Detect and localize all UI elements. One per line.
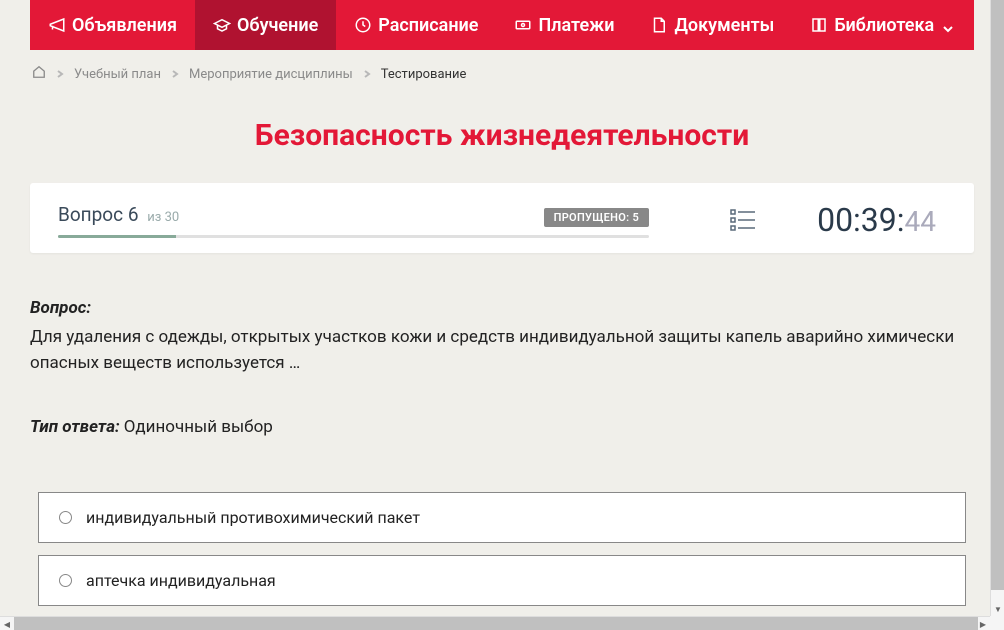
nav-item-payments[interactable]: Платежи [496, 0, 632, 50]
progress-bar [58, 235, 649, 238]
graduation-cap-icon [213, 16, 231, 34]
question-text: Для удаления с одежды, открытых участков… [30, 324, 974, 377]
nav-label: Расписание [378, 15, 478, 36]
scrollbar-thumb[interactable] [14, 617, 978, 630]
chevron-right-icon [363, 67, 371, 82]
document-icon [650, 16, 668, 34]
clock-icon [354, 16, 372, 34]
nav-item-learning[interactable]: Обучение [195, 0, 336, 50]
breadcrumb-link-plan[interactable]: Учебный план [74, 67, 161, 82]
chevron-down-icon [942, 19, 954, 31]
book-icon [810, 16, 828, 34]
breadcrumb: Учебный план Мероприятие дисциплины Тест… [30, 50, 974, 98]
money-icon [514, 16, 532, 34]
radio-icon [59, 574, 72, 587]
nav-label: Обучение [237, 15, 318, 36]
nav-label: Документы [674, 15, 774, 36]
answer-type-label: Тип ответа: [30, 417, 120, 437]
question-list-icon[interactable] [729, 206, 757, 234]
chevron-right-icon [171, 67, 179, 82]
question-progress: Вопрос 6 из 30 ПРОПУЩЕНО: 5 [58, 203, 649, 238]
question-block: Вопрос: Для удаления с одежды, открытых … [30, 298, 974, 377]
answer-option[interactable]: индивидуальный противохимический пакет [38, 492, 966, 543]
scroll-down-arrow-icon[interactable]: ▼ [991, 602, 1004, 616]
megaphone-icon [48, 16, 66, 34]
main-nav: Объявления Обучение Расписание Платежи Д… [30, 0, 974, 50]
radio-icon [59, 511, 72, 524]
nav-item-schedule[interactable]: Расписание [336, 0, 496, 50]
scrollbar-vertical[interactable]: ▼ [990, 0, 1004, 616]
quiz-header: Вопрос 6 из 30 ПРОПУЩЕНО: 5 [30, 183, 974, 253]
answer-text: аптечка индивидуальная [86, 571, 276, 590]
question-number: Вопрос 6 [58, 203, 143, 226]
nav-label: Библиотека [834, 15, 934, 36]
nav-item-documents[interactable]: Документы [632, 0, 792, 50]
answer-type-block: Тип ответа: Одиночный выбор [30, 417, 974, 437]
scroll-left-arrow-icon[interactable]: ◀ [0, 617, 14, 630]
scrollbar-corner [990, 616, 1004, 630]
chevron-right-icon [56, 67, 64, 82]
breadcrumb-link-event[interactable]: Мероприятие дисциплины [189, 67, 353, 82]
answer-text: индивидуальный противохимический пакет [86, 508, 420, 527]
skipped-badge: ПРОПУЩЕНО: 5 [544, 208, 649, 227]
progress-fill [58, 235, 176, 238]
answer-type-value: Одиночный выбор [124, 417, 273, 437]
breadcrumb-current: Тестирование [381, 67, 467, 82]
page-title: Безопасность жизнедеятельности [30, 118, 974, 153]
question-total: из 30 [147, 210, 179, 225]
nav-item-announcements[interactable]: Объявления [30, 0, 195, 50]
answer-options: индивидуальный противохимический пакет а… [30, 492, 974, 606]
scrollbar-horizontal[interactable]: ◀ ▶ [0, 616, 990, 630]
scroll-right-arrow-icon[interactable]: ▶ [976, 617, 990, 630]
nav-label: Платежи [538, 15, 614, 36]
timer: 00:39:44 [817, 201, 936, 239]
nav-item-library[interactable]: Библиотека [792, 0, 972, 50]
timer-ms: 44 [905, 205, 936, 238]
question-label: Вопрос: [30, 298, 974, 318]
answer-option[interactable]: аптечка индивидуальная [38, 555, 966, 606]
scrollbar-thumb[interactable] [991, 0, 1004, 590]
timer-main: 00:39: [817, 201, 904, 239]
home-icon[interactable] [32, 65, 46, 83]
nav-label: Объявления [72, 15, 177, 36]
